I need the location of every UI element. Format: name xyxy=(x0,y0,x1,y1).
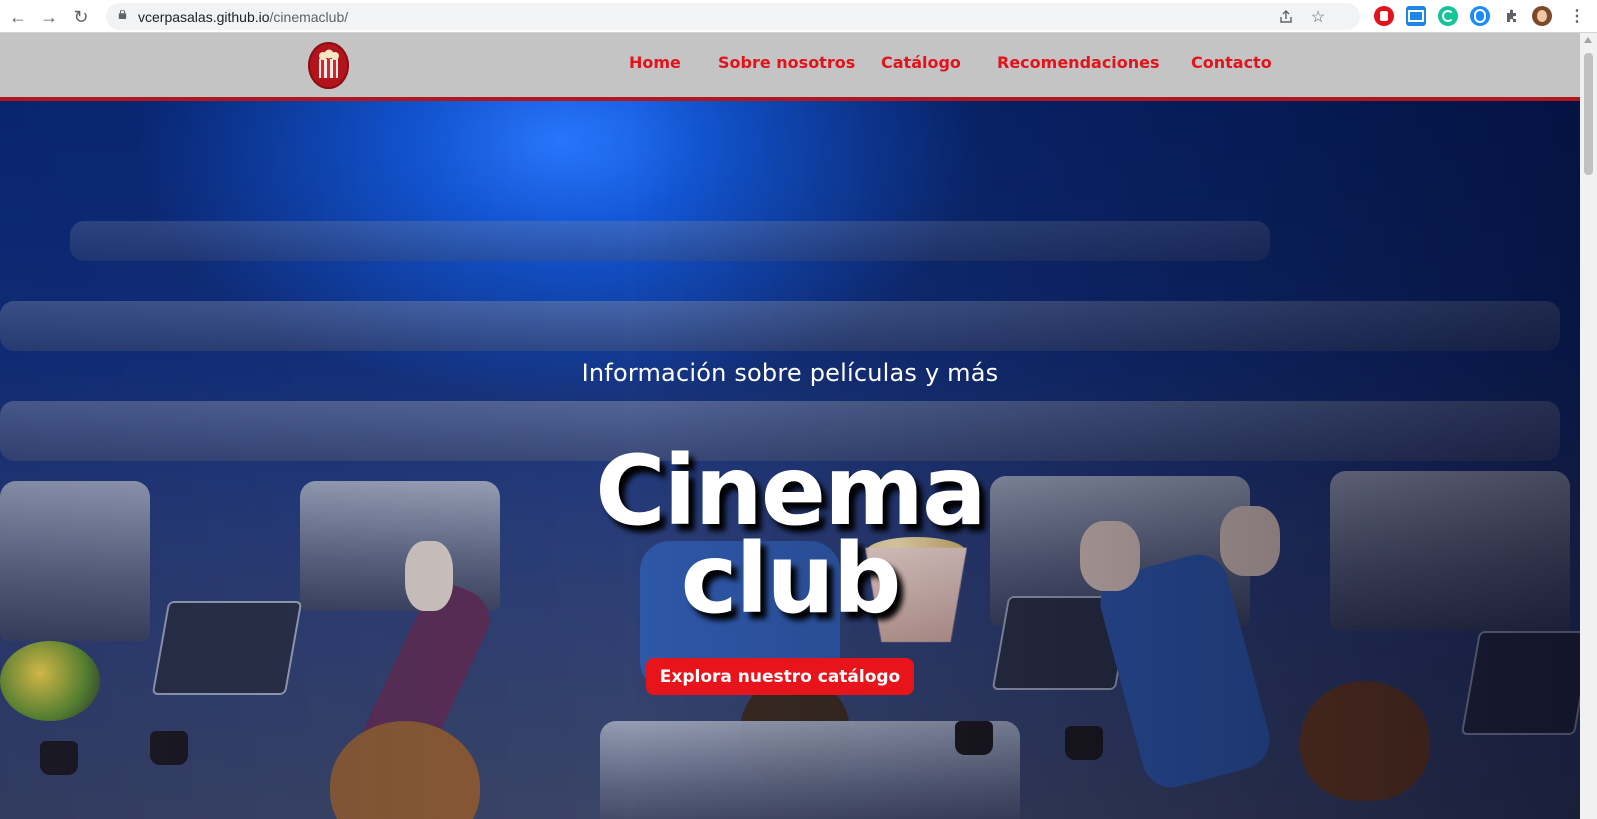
nav-catalogo[interactable]: Catálogo xyxy=(881,53,961,72)
browser-toolbar: ← → ↻ vcerpasalas.github.io/cinemaclub/ … xyxy=(0,0,1597,33)
url-path: /cinemaclub/ xyxy=(269,9,349,25)
drink-cup xyxy=(40,741,78,775)
window-extension-icon[interactable] xyxy=(1406,6,1426,26)
page-scrollbar[interactable] xyxy=(1580,33,1597,819)
cinema-logo-icon[interactable] xyxy=(308,42,349,89)
reload-icon[interactable]: ↻ xyxy=(70,6,92,28)
hero-title-line2: club xyxy=(680,523,902,635)
frame-icon xyxy=(1408,10,1424,22)
more-menu-icon[interactable]: ⋮ xyxy=(1566,6,1588,28)
seat-tray xyxy=(1460,631,1580,735)
nav-home[interactable]: Home xyxy=(629,53,681,72)
nav-sobre-nosotros[interactable]: Sobre nosotros xyxy=(718,53,855,72)
s-icon xyxy=(1474,9,1486,23)
scroll-thumb[interactable] xyxy=(1584,53,1593,175)
drink-cup xyxy=(150,731,188,765)
drink-cup xyxy=(1065,726,1103,760)
nav-contacto[interactable]: Contacto xyxy=(1191,53,1272,72)
url-text: vcerpasalas.github.io/cinemaclub/ xyxy=(138,9,348,25)
hero-section: Información sobre películas y más Cinema… xyxy=(0,101,1580,819)
drink-cup xyxy=(955,721,993,755)
shazam-extension-icon[interactable] xyxy=(1470,6,1490,26)
puzzle-extensions-icon[interactable] xyxy=(1502,6,1522,26)
address-bar[interactable]: vcerpasalas.github.io/cinemaclub/ ☆ xyxy=(106,3,1360,30)
explore-catalog-button[interactable]: Explora nuestro catálogo xyxy=(646,658,914,695)
face-icon xyxy=(1537,10,1547,22)
nav-recomendaciones[interactable]: Recomendaciones xyxy=(997,53,1160,72)
viewer-head xyxy=(1300,681,1430,801)
viewer-head xyxy=(330,721,480,819)
profile-avatar[interactable] xyxy=(1532,6,1552,26)
url-host: vcerpasalas.github.io xyxy=(138,9,270,25)
bookmark-star-icon[interactable]: ☆ xyxy=(1308,7,1328,27)
adblock-extension-icon[interactable] xyxy=(1374,6,1394,26)
share-icon[interactable] xyxy=(1276,7,1296,27)
nachos-plate xyxy=(0,641,100,721)
lock-icon xyxy=(118,10,127,19)
g-icon xyxy=(1442,10,1454,22)
front-seat xyxy=(600,721,1020,819)
forward-icon[interactable]: → xyxy=(38,6,60,28)
hand-icon xyxy=(1380,11,1388,21)
hero-title: Cinema club xyxy=(0,435,1580,635)
site-header: Home Sobre nosotros Catálogo Recomendaci… xyxy=(0,33,1580,101)
seat-row-back xyxy=(70,221,1270,261)
hero-tagline: Información sobre películas y más xyxy=(581,359,999,387)
seat-row-middle xyxy=(0,301,1560,351)
hero-title-line1: Cinema xyxy=(595,435,987,547)
page-viewport: Home Sobre nosotros Catálogo Recomendaci… xyxy=(0,33,1580,819)
scroll-up-arrow-icon[interactable] xyxy=(1584,37,1592,43)
grammarly-extension-icon[interactable] xyxy=(1438,6,1458,26)
back-icon[interactable]: ← xyxy=(7,6,29,28)
